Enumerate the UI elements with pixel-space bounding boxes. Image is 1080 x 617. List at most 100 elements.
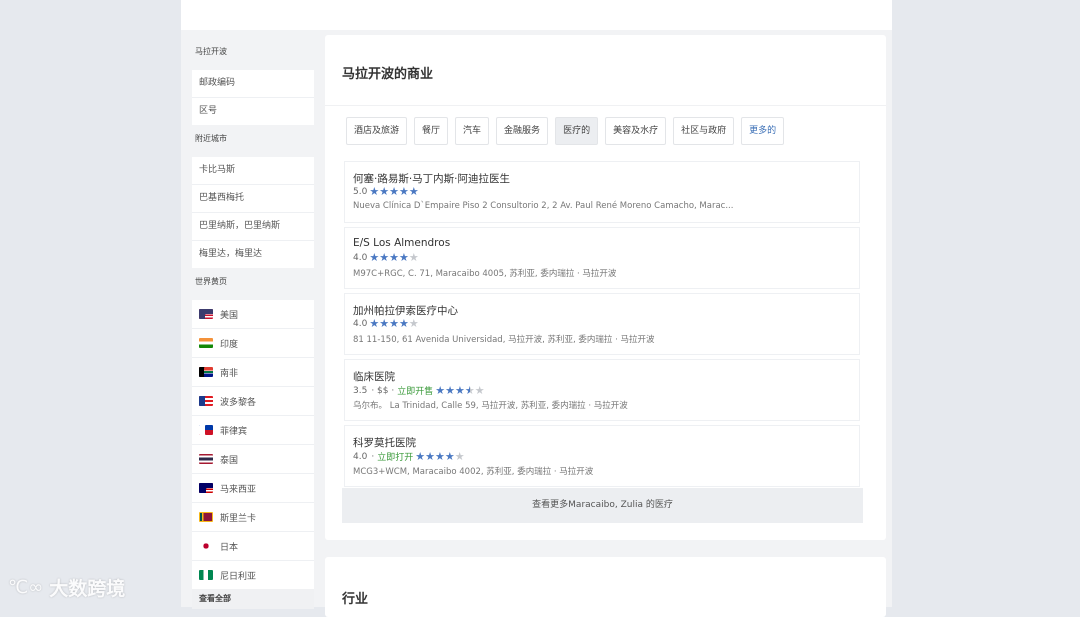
star-icon: ★ [474, 384, 485, 397]
country-link-ph[interactable]: 菲律宾 [192, 416, 314, 445]
view-all-link[interactable]: 查看全部 [192, 589, 314, 609]
flag-ph-icon [199, 425, 213, 435]
listing-card[interactable]: 临床医院 3.5 · $$ · 立即开售 ★ ★ ★ ★ ★ 乌尔布。 La Trinidad, … [344, 359, 860, 421]
listing-card[interactable]: 加州帕拉伊索医疗中心 4.0 ★ ★ ★ ★ ★ 81 11-150, 61 Avenida … [344, 293, 860, 355]
see-more-button[interactable]: 查看更多Maracaibo, Zulia 的医疗 [342, 488, 863, 523]
sidebar-link-nearby-city[interactable]: 巴里纳斯，巴里纳斯 [192, 213, 314, 241]
country-link-in[interactable]: 印度 [192, 329, 314, 358]
star-icon: ★ [398, 317, 409, 330]
sidebar-link-postal-code[interactable]: 邮政编码 [192, 70, 314, 98]
sidebar-heading-nearby: 附近城市 [195, 134, 227, 143]
listing-meta: 3.5 · $$ · 立即开售 ★ ★ ★ ★ ★ [353, 384, 485, 397]
sidebar-city-links: 邮政编码 区号 [192, 70, 314, 125]
star-icon: ★ [389, 251, 399, 264]
country-link-pr[interactable]: 波多黎各 [192, 387, 314, 416]
sidebar-link-area-code[interactable]: 区号 [192, 98, 314, 125]
tab-category[interactable]: 社区与政府 [673, 117, 735, 145]
tab-category[interactable]: 餐厅 [414, 117, 449, 145]
business-listings: 何塞·路易斯·马丁内斯·阿迪拉医生 5.0 ★ ★ ★ ★ ★ Nueva Clínica D… [344, 161, 860, 491]
star-icon: ★ [369, 317, 380, 330]
rating-value: 4.0 [353, 318, 368, 329]
page-title: 马拉开波的商业 [342, 67, 434, 82]
country-link-my[interactable]: 马来西亚 [192, 474, 314, 503]
industry-title: 行业 [342, 592, 369, 607]
country-label: 日本 [220, 542, 239, 553]
sidebar-country-list: 美国印度南非波多黎各菲律宾泰国马来西亚斯里兰卡日本尼日利亚 [192, 300, 314, 589]
star-icon: ★ [444, 450, 455, 463]
listing-card[interactable]: 何塞·路易斯·马丁内斯·阿迪拉医生 5.0 ★ ★ ★ ★ ★ Nueva Clínica D… [344, 161, 860, 223]
flag-my-icon [199, 483, 213, 493]
country-link-za[interactable]: 南非 [192, 358, 314, 387]
sidebar-link-nearby-city[interactable]: 梅里达，梅里达 [192, 241, 314, 268]
rating-value: 5.0 [353, 186, 368, 197]
listing-meta: 4.0 · 立即打开 ★ ★ ★ ★ ★ [353, 450, 465, 463]
star-icon: ★ [434, 450, 445, 463]
tab-category[interactable]: 金融服务 [496, 117, 549, 145]
divider [325, 105, 886, 106]
business-card: 马拉开波的商业 酒店及旅游 餐厅 汽车 金融服务 医疗的 美容及水疗 社区与政府 更多的 何塞… [325, 35, 886, 540]
country-label: 波多黎各 [220, 397, 257, 408]
listing-name[interactable]: 加州帕拉伊索医疗中心 [353, 303, 458, 318]
listing-name[interactable]: 科罗莫托医院 [353, 435, 416, 450]
tab-category[interactable]: 医疗的 [555, 117, 599, 145]
flag-ng-icon [199, 570, 213, 580]
listing-name[interactable]: E/S Los Almendros [353, 237, 450, 249]
sidebar-heading-world: 世界黄页 [195, 277, 227, 286]
country-label: 印度 [220, 339, 239, 350]
rating-value: 4.0 [353, 252, 368, 263]
star-icon: ★ [435, 384, 446, 397]
listing-card[interactable]: E/S Los Almendros 4.0 ★ ★ ★ ★ ★ M97C+RGC, C. 71… [344, 227, 860, 289]
flag-us-icon [199, 309, 213, 319]
flag-in-icon [199, 338, 213, 348]
listing-address: M97C+RGC, C. 71, Maracaibo 4005, 苏利亚, 委内… [353, 269, 617, 279]
listing-meta: 4.0 ★ ★ ★ ★ ★ [353, 318, 419, 329]
price-level: · $$ · [371, 385, 395, 396]
star-icon: ★ [389, 317, 399, 330]
listing-address: 乌尔布。 La Trinidad, Calle 59, 马拉开波, 苏利亚, 委… [353, 401, 628, 411]
sidebar: 马拉开波 邮政编码 区号 附近城市 卡比马斯 巴基西梅托 巴里纳斯，巴里纳斯 梅… [192, 38, 314, 609]
listing-address: 81 11-150, 61 Avenida Universidad, 马拉开波,… [353, 335, 655, 345]
tab-category[interactable]: 酒店及旅游 [346, 117, 408, 145]
listing-name[interactable]: 临床医院 [353, 369, 395, 384]
watermark-text: 大数跨境 [49, 578, 126, 600]
star-icon: ★ [454, 450, 465, 463]
country-label: 泰国 [220, 455, 239, 466]
listing-card[interactable]: 科罗莫托医院 4.0 · 立即打开 ★ ★ ★ ★ ★ MCG3+WCM, Maracaibo 4… [344, 425, 860, 487]
country-label: 美国 [220, 310, 239, 321]
flag-za-icon [199, 367, 213, 377]
star-rating: ★ ★ ★ ★ ★ [369, 186, 418, 197]
star-icon: ★ [455, 384, 465, 397]
star-icon: ★ [389, 185, 399, 198]
listing-meta: 4.0 ★ ★ ★ ★ ★ [353, 252, 419, 263]
watermark-logo-icon: ℃∞ [8, 577, 44, 598]
star-icon: ★ [464, 384, 475, 397]
country-label: 南非 [220, 368, 239, 379]
star-icon: ★ [369, 251, 380, 264]
star-rating: ★ ★ ★ ★ ★ [435, 385, 484, 396]
tab-more[interactable]: 更多的 [741, 117, 785, 145]
star-icon: ★ [445, 384, 455, 397]
star-rating: ★ ★ ★ ★ ★ [369, 252, 418, 263]
country-link-ng[interactable]: 尼日利亚 [192, 561, 314, 589]
industry-card: 行业 [325, 557, 886, 617]
sidebar-link-nearby-city[interactable]: 巴基西梅托 [192, 185, 314, 213]
country-link-lk[interactable]: 斯里兰卡 [192, 503, 314, 532]
star-icon: ★ [425, 450, 435, 463]
country-link-us[interactable]: 美国 [192, 300, 314, 329]
flag-th-icon [199, 454, 213, 464]
tab-category[interactable]: 美容及水疗 [605, 117, 667, 145]
watermark: ℃∞ 大数跨境 [8, 574, 125, 601]
star-icon: ★ [379, 317, 390, 330]
listing-name[interactable]: 何塞·路易斯·马丁内斯·阿迪拉医生 [353, 171, 510, 186]
country-label: 菲律宾 [220, 426, 248, 437]
price-level: · [371, 451, 375, 462]
country-label: 马来西亚 [220, 484, 257, 495]
star-icon: ★ [369, 185, 380, 198]
tab-category[interactable]: 汽车 [455, 117, 490, 145]
star-rating: ★ ★ ★ ★ ★ [369, 318, 418, 329]
sidebar-link-nearby-city[interactable]: 卡比马斯 [192, 157, 314, 185]
country-link-jp[interactable]: 日本 [192, 532, 314, 561]
listing-meta: 5.0 ★ ★ ★ ★ ★ [353, 186, 419, 197]
country-link-th[interactable]: 泰国 [192, 445, 314, 474]
page-column: 马拉开波 邮政编码 区号 附近城市 卡比马斯 巴基西梅托 巴里纳斯，巴里纳斯 梅… [181, 0, 892, 617]
